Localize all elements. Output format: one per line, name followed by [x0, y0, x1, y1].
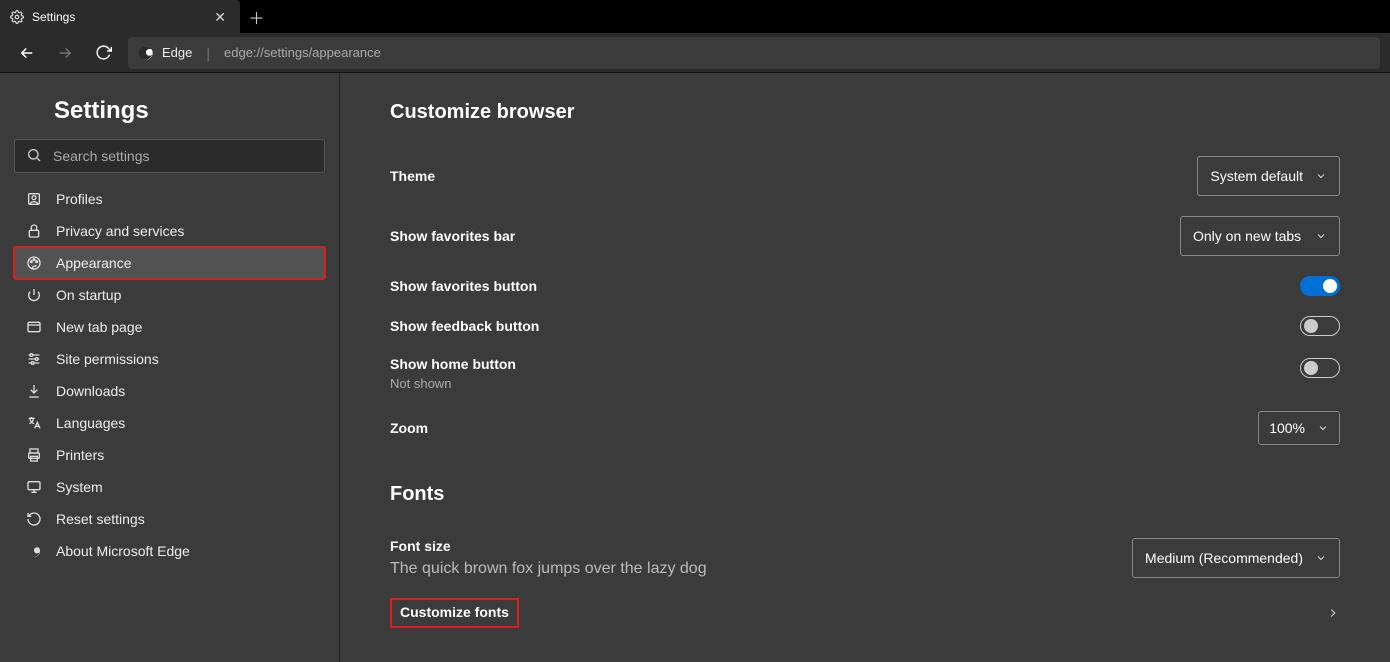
section-fonts-title: Fonts [390, 483, 1340, 506]
sidebar-item-printers[interactable]: Printers [14, 439, 325, 471]
sidebar-item-label: Reset settings [56, 511, 145, 527]
lock-icon [26, 223, 42, 239]
sidebar-item-startup[interactable]: On startup [14, 279, 325, 311]
power-icon [26, 287, 42, 303]
sidebar-item-privacy[interactable]: Privacy and services [14, 215, 325, 247]
row-zoom: Zoom 100% [390, 401, 1340, 455]
fav-button-toggle[interactable] [1300, 276, 1340, 296]
chevron-down-icon [1315, 170, 1327, 182]
back-button[interactable] [10, 36, 44, 70]
sliders-icon [26, 351, 42, 367]
settings-sidebar: Settings Profiles Privacy and services A… [0, 73, 340, 662]
download-icon [26, 383, 42, 399]
font-size-label: Font size [390, 538, 707, 554]
sidebar-item-label: About Microsoft Edge [56, 543, 190, 559]
row-feedback-button: Show feedback button [390, 306, 1340, 346]
home-toggle[interactable] [1300, 358, 1340, 378]
feedback-label: Show feedback button [390, 318, 539, 334]
theme-select[interactable]: System default [1197, 156, 1340, 196]
sidebar-item-reset[interactable]: Reset settings [14, 503, 325, 535]
select-value: Medium (Recommended) [1145, 550, 1303, 566]
search-icon [26, 147, 42, 163]
chevron-down-icon [1315, 230, 1327, 242]
feedback-toggle[interactable] [1300, 316, 1340, 336]
font-size-select[interactable]: Medium (Recommended) [1132, 538, 1340, 578]
font-sample-text: The quick brown fox jumps over the lazy … [390, 560, 707, 578]
page-title: Settings [14, 97, 325, 139]
printer-icon [26, 447, 42, 463]
row-favorites-bar: Show favorites bar Only on new tabs [390, 206, 1340, 266]
sidebar-item-label: Downloads [56, 383, 125, 399]
fav-bar-select[interactable]: Only on new tabs [1180, 216, 1340, 256]
paint-icon [26, 255, 42, 271]
theme-label: Theme [390, 168, 435, 184]
address-separator: | [206, 45, 210, 61]
sidebar-item-label: Printers [56, 447, 104, 463]
sidebar-item-label: Site permissions [56, 351, 159, 367]
address-url: edge://settings/appearance [224, 45, 381, 60]
sidebar-item-newtab[interactable]: New tab page [14, 311, 325, 343]
sidebar-item-languages[interactable]: Languages [14, 407, 325, 439]
settings-main: Customize browser Theme System default S… [340, 73, 1390, 662]
home-label: Show home button [390, 356, 516, 372]
sidebar-item-system[interactable]: System [14, 471, 325, 503]
browser-toolbar: Edge | edge://settings/appearance [0, 33, 1390, 73]
chevron-down-icon [1315, 552, 1327, 564]
section-customize-title: Customize browser [390, 101, 1340, 124]
reset-icon [26, 511, 42, 527]
tab-strip: Settings ✕ ＋ [0, 0, 1390, 33]
zoom-select[interactable]: 100% [1258, 411, 1340, 445]
sidebar-item-label: On startup [56, 287, 121, 303]
sidebar-item-label: Profiles [56, 191, 103, 207]
chevron-down-icon [1317, 422, 1329, 434]
fav-button-label: Show favorites button [390, 278, 537, 294]
zoom-label: Zoom [390, 420, 428, 436]
sidebar-item-label: New tab page [56, 319, 142, 335]
edge-icon [26, 543, 42, 559]
customize-fonts-label: Customize fonts [400, 604, 509, 620]
sidebar-item-profiles[interactable]: Profiles [14, 183, 325, 215]
row-customize-fonts[interactable]: Customize fonts [390, 588, 1340, 638]
forward-button[interactable] [48, 36, 82, 70]
refresh-button[interactable] [86, 36, 120, 70]
close-icon[interactable]: ✕ [210, 8, 230, 26]
row-home-button: Show home button Not shown [390, 346, 1340, 401]
search-input[interactable] [14, 139, 325, 173]
select-value: Only on new tabs [1193, 228, 1301, 244]
settings-nav: Profiles Privacy and services Appearance… [14, 183, 325, 567]
language-icon [26, 415, 42, 431]
monitor-icon [26, 479, 42, 495]
address-identity: Edge [162, 45, 192, 60]
sidebar-item-label: Appearance [56, 255, 132, 271]
settings-search [14, 139, 325, 173]
fav-bar-label: Show favorites bar [390, 228, 515, 244]
address-bar[interactable]: Edge | edge://settings/appearance [128, 37, 1380, 69]
sidebar-item-label: Privacy and services [56, 223, 184, 239]
sidebar-item-downloads[interactable]: Downloads [14, 375, 325, 407]
home-sublabel: Not shown [390, 376, 516, 391]
sidebar-item-permissions[interactable]: Site permissions [14, 343, 325, 375]
select-value: System default [1210, 168, 1303, 184]
sidebar-item-label: System [56, 479, 103, 495]
browser-tab-settings[interactable]: Settings ✕ [0, 0, 240, 33]
sidebar-item-label: Languages [56, 415, 125, 431]
row-font-size: Font size The quick brown fox jumps over… [390, 528, 1340, 588]
chevron-right-icon [1326, 606, 1340, 620]
select-value: 100% [1269, 420, 1305, 436]
customize-fonts-highlight: Customize fonts [390, 598, 519, 628]
sidebar-item-appearance[interactable]: Appearance [14, 247, 325, 279]
window-icon [26, 319, 42, 335]
row-theme: Theme System default [390, 146, 1340, 206]
new-tab-button[interactable]: ＋ [240, 0, 273, 33]
person-icon [26, 191, 42, 207]
tab-title: Settings [32, 10, 75, 24]
sidebar-item-about[interactable]: About Microsoft Edge [14, 535, 325, 567]
edge-logo-icon [138, 45, 154, 61]
row-favorites-button: Show favorites button [390, 266, 1340, 306]
gear-icon [10, 10, 24, 24]
